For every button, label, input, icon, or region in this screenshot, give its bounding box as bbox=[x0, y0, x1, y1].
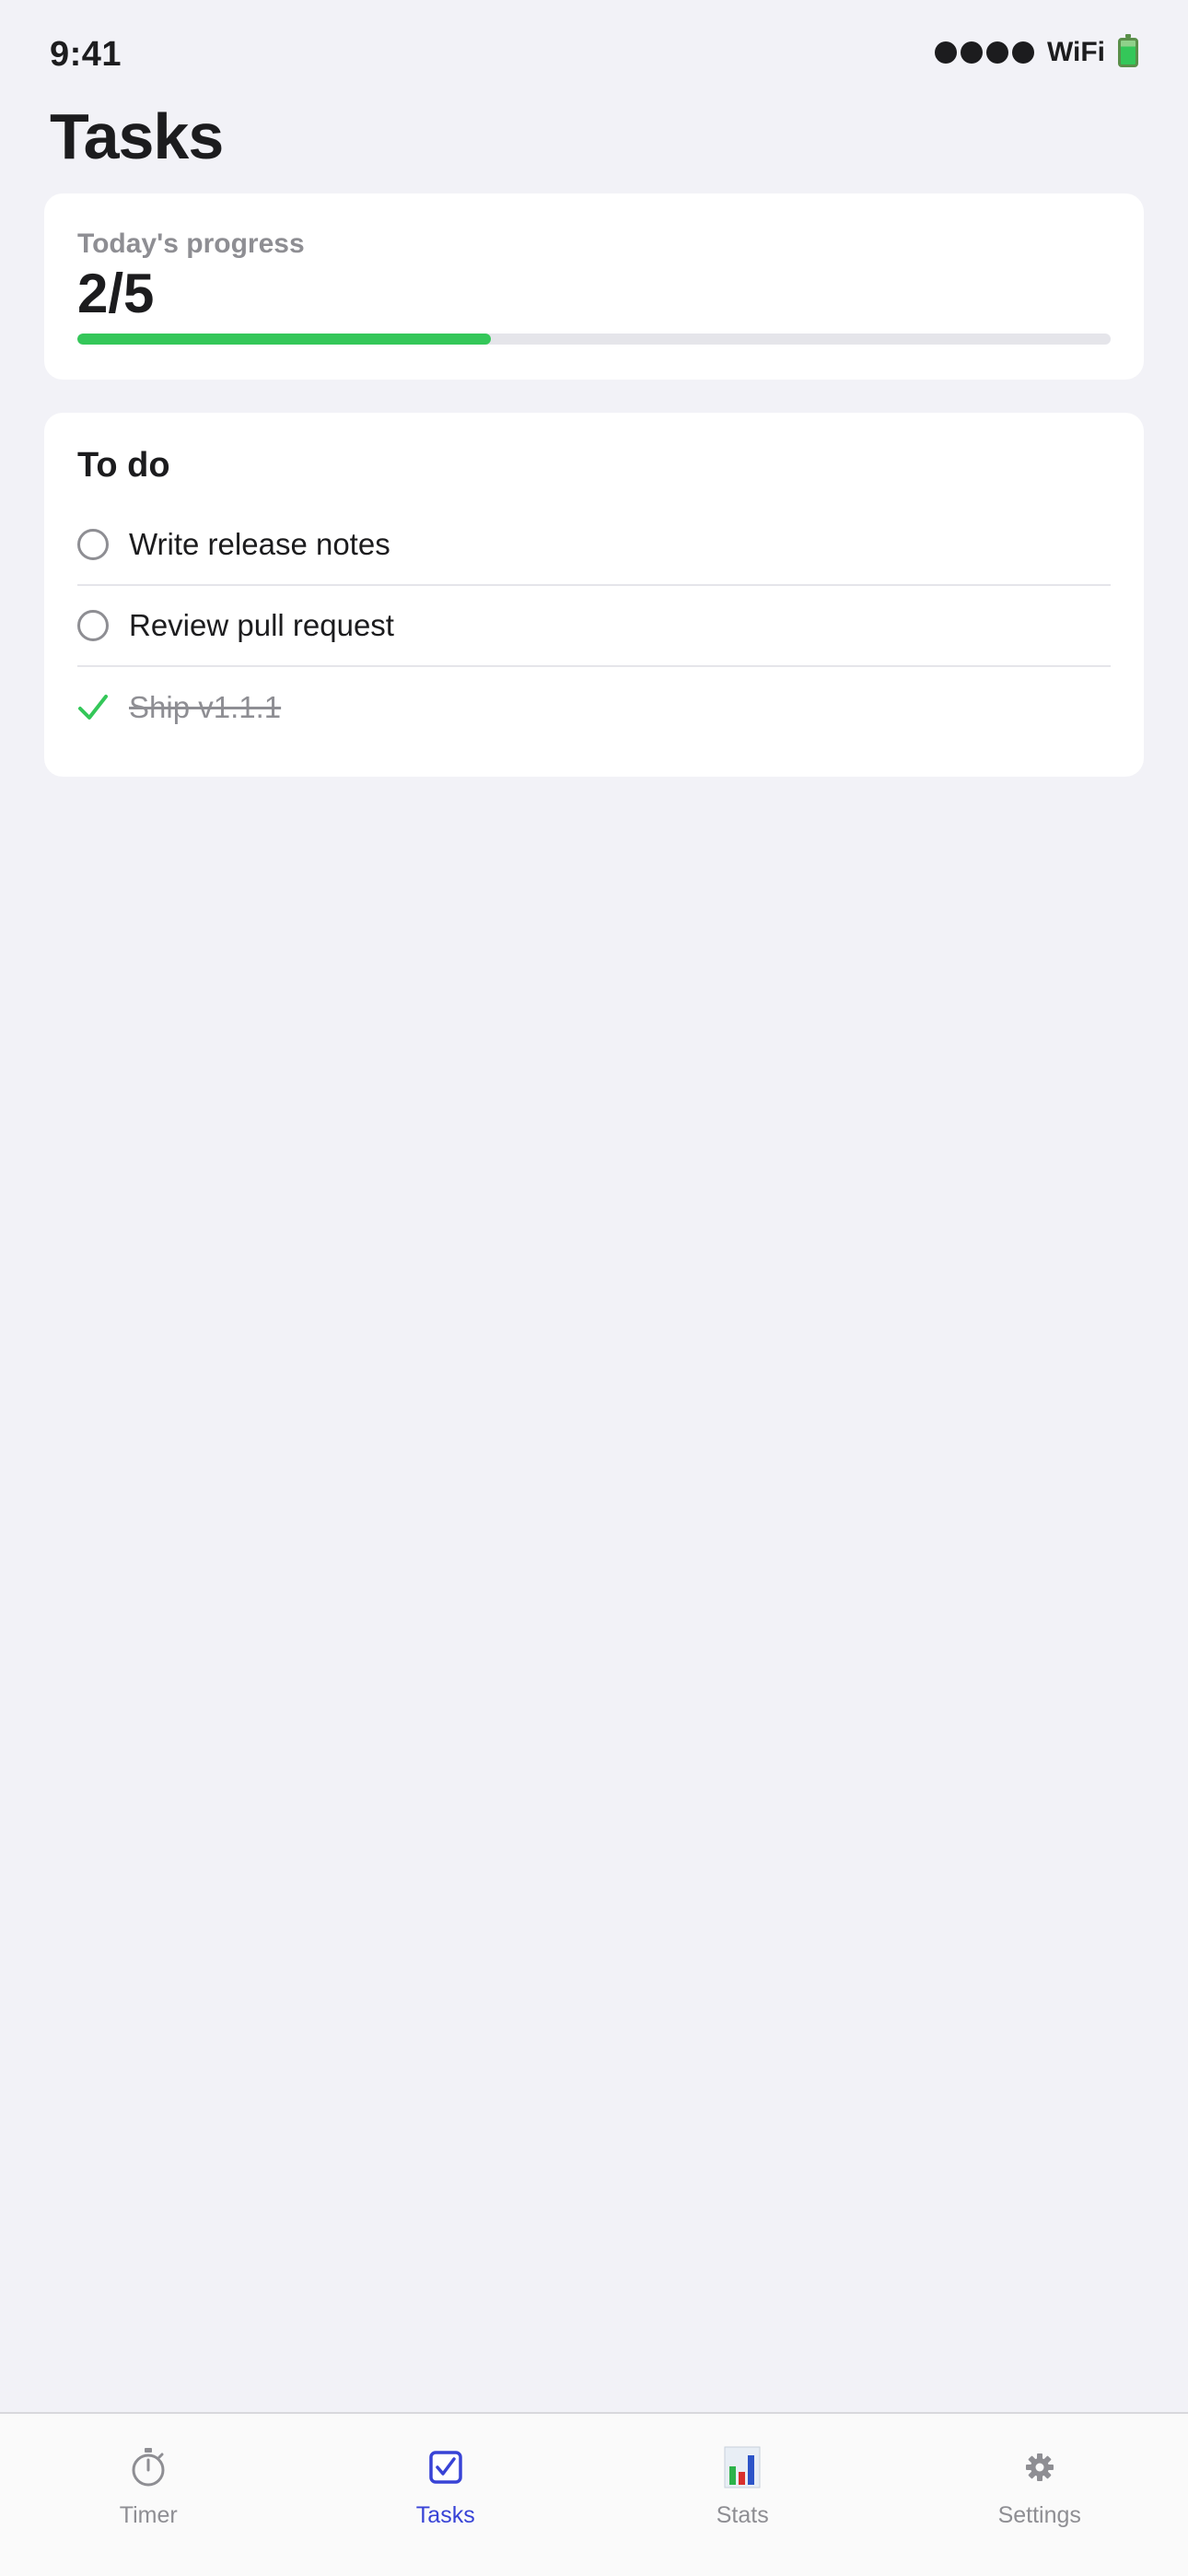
progress-value: 2/5 bbox=[77, 263, 155, 324]
task-row[interactable]: Ship v1.1.1 bbox=[77, 667, 1111, 748]
status-indicators: WiFi bbox=[934, 34, 1138, 68]
checkmark-icon[interactable] bbox=[77, 692, 109, 723]
tab-label: Timer bbox=[119, 2502, 178, 2528]
tab-timer[interactable]: Timer bbox=[0, 2414, 297, 2576]
wifi-label: WiFi bbox=[1046, 37, 1105, 67]
tab-label: Settings bbox=[997, 2502, 1081, 2528]
task-label: Ship v1.1.1 bbox=[129, 690, 282, 724]
tab-stats[interactable]: Stats bbox=[594, 2414, 891, 2576]
progress-card: Today's progress 2/5 bbox=[44, 193, 1144, 380]
status-time: 9:41 bbox=[50, 35, 122, 74]
progress-bar-fill bbox=[77, 334, 491, 345]
unchecked-circle-icon[interactable] bbox=[77, 610, 109, 641]
tab-tasks[interactable]: Tasks bbox=[297, 2414, 595, 2576]
signal-strength-icon bbox=[934, 41, 1034, 64]
battery-icon bbox=[1118, 34, 1138, 67]
task-list: Write release notes Review pull request … bbox=[77, 505, 1111, 748]
checkbox-icon bbox=[424, 2445, 468, 2489]
progress-label: Today's progress bbox=[77, 228, 305, 259]
stopwatch-icon bbox=[126, 2445, 170, 2489]
tab-settings[interactable]: Settings bbox=[891, 2414, 1188, 2576]
page-title: Tasks bbox=[50, 100, 224, 172]
todo-card: To do Write release notes Review pull re… bbox=[44, 413, 1144, 777]
tab-label: Tasks bbox=[415, 2502, 475, 2528]
tab-label: Stats bbox=[716, 2502, 769, 2528]
progress-bar bbox=[77, 334, 1111, 345]
bar-chart-icon bbox=[720, 2445, 764, 2489]
task-row[interactable]: Review pull request bbox=[77, 586, 1111, 667]
tasks-screen: 9:41 WiFi Tasks Today's progress 2/5 To … bbox=[0, 0, 1188, 2576]
gear-icon bbox=[1018, 2445, 1062, 2489]
unchecked-circle-icon[interactable] bbox=[77, 529, 109, 560]
task-label: Write release notes bbox=[129, 527, 390, 561]
todo-heading: To do bbox=[77, 446, 170, 485]
task-row[interactable]: Write release notes bbox=[77, 505, 1111, 586]
status-bar: 9:41 WiFi bbox=[0, 0, 1188, 111]
tab-bar: Timer Tasks Stats Settings bbox=[0, 2412, 1188, 2576]
task-label: Review pull request bbox=[129, 608, 394, 642]
